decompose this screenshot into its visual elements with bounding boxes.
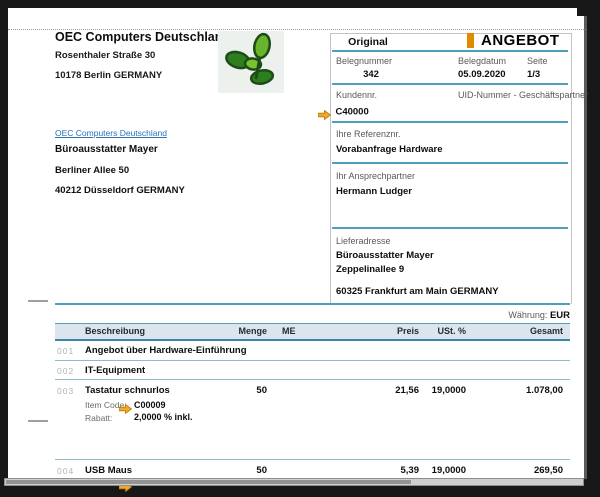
belegnummer-label: Belegnummer bbox=[336, 56, 392, 66]
row-menge: 50 bbox=[256, 385, 267, 396]
belegdatum-label: Belegdatum bbox=[458, 56, 506, 66]
item-code-value: C00009 bbox=[134, 400, 166, 410]
panel-divider bbox=[332, 121, 568, 123]
row-ust: 19,0000 bbox=[432, 385, 466, 396]
kundennr-value: C40000 bbox=[335, 106, 368, 117]
referenz-value: Vorabanfrage Hardware bbox=[336, 144, 442, 155]
currency-label: Währung: bbox=[508, 310, 547, 320]
horizontal-scrollbar[interactable] bbox=[4, 478, 584, 486]
col-header-beschreibung: Beschreibung bbox=[85, 326, 145, 336]
drilldown-arrow-icon[interactable] bbox=[119, 401, 132, 411]
kundennr-label: Kundennr. bbox=[336, 90, 377, 100]
row-separator bbox=[55, 459, 570, 460]
customer-city: 40212 Düsseldorf GERMANY bbox=[55, 185, 185, 196]
row-separator bbox=[55, 360, 570, 361]
seller-name: OEC Computers Deutschland bbox=[55, 30, 230, 44]
panel-divider bbox=[332, 50, 568, 52]
row-description: USB Maus bbox=[85, 465, 132, 476]
row-description: Tastatur schnurlos bbox=[85, 385, 170, 396]
row-preis: 5,39 bbox=[401, 465, 420, 476]
drilldown-arrow-icon[interactable] bbox=[318, 107, 331, 117]
row-gesamt: 1.078,00 bbox=[526, 385, 563, 396]
liefer-city: 60325 Frankfurt am Main GERMANY bbox=[336, 286, 499, 297]
seite-label: Seite bbox=[527, 56, 548, 66]
col-header-ust: USt. % bbox=[437, 326, 466, 336]
panel-divider bbox=[332, 83, 568, 85]
seller-city: 10178 Berlin GERMANY bbox=[55, 70, 162, 81]
company-plant-logo-icon bbox=[218, 31, 284, 93]
window-frame-corner bbox=[577, 0, 600, 16]
liefer-name: Büroausstatter Mayer bbox=[336, 250, 434, 261]
row-number: 002 bbox=[57, 366, 74, 376]
col-header-gesamt: Gesamt bbox=[530, 326, 563, 336]
customer-name: Büroausstatter Mayer bbox=[55, 144, 158, 155]
panel-divider bbox=[332, 227, 568, 229]
belegnummer-value: 342 bbox=[336, 69, 406, 80]
row-separator bbox=[55, 379, 570, 380]
liefer-street: Zeppelinallee 9 bbox=[336, 264, 404, 275]
doc-type-title: ANGEBOT bbox=[481, 32, 560, 49]
section-divider bbox=[55, 303, 570, 305]
lieferadresse-label: Lieferadresse bbox=[336, 236, 391, 246]
page-shadow bbox=[584, 16, 587, 479]
doc-type-accent-bar bbox=[467, 33, 474, 48]
rabatt-label: Rabatt: bbox=[85, 413, 112, 423]
col-header-me: ME bbox=[282, 326, 296, 336]
row-number: 001 bbox=[57, 346, 74, 356]
customer-street: Berliner Allee 50 bbox=[55, 165, 129, 176]
page-number-value: 1/3 bbox=[527, 69, 540, 80]
currency-line: Währung: EUR bbox=[430, 310, 570, 321]
col-header-preis: Preis bbox=[397, 326, 419, 336]
row-description: IT-Equipment bbox=[85, 365, 145, 376]
kundennr-row: C40000 bbox=[318, 103, 369, 121]
seller-street: Rosenthaler Straße 30 bbox=[55, 50, 155, 61]
customer-account-link[interactable]: OEC Computers Deutschland bbox=[55, 128, 167, 138]
row-preis: 21,56 bbox=[395, 385, 419, 396]
ansprechpartner-label: Ihr Ansprechpartner bbox=[336, 171, 415, 181]
row-ust: 19,0000 bbox=[432, 465, 466, 476]
scrollbar-thumb[interactable] bbox=[6, 480, 411, 484]
currency-value: EUR bbox=[550, 310, 570, 321]
rabatt-value: 2,0000 % inkl. bbox=[134, 412, 193, 422]
referenz-label: Ihre Referenznr. bbox=[336, 129, 401, 139]
row-gesamt: 269,50 bbox=[534, 465, 563, 476]
row-number: 004 bbox=[57, 466, 74, 476]
row-description: Angebot über Hardware-Einführung bbox=[85, 345, 247, 356]
row-number: 003 bbox=[57, 386, 74, 396]
panel-divider bbox=[332, 162, 568, 164]
col-header-menge: Menge bbox=[238, 326, 267, 336]
ansprechpartner-value: Hermann Ludger bbox=[336, 186, 412, 197]
uid-label: UID-Nummer - Geschäftspartner bbox=[458, 90, 588, 100]
fold-mark bbox=[28, 300, 48, 302]
fold-mark bbox=[28, 420, 48, 422]
copy-type-label: Original bbox=[330, 36, 406, 48]
belegdatum-value: 05.09.2020 bbox=[458, 69, 506, 80]
row-menge: 50 bbox=[256, 465, 267, 476]
